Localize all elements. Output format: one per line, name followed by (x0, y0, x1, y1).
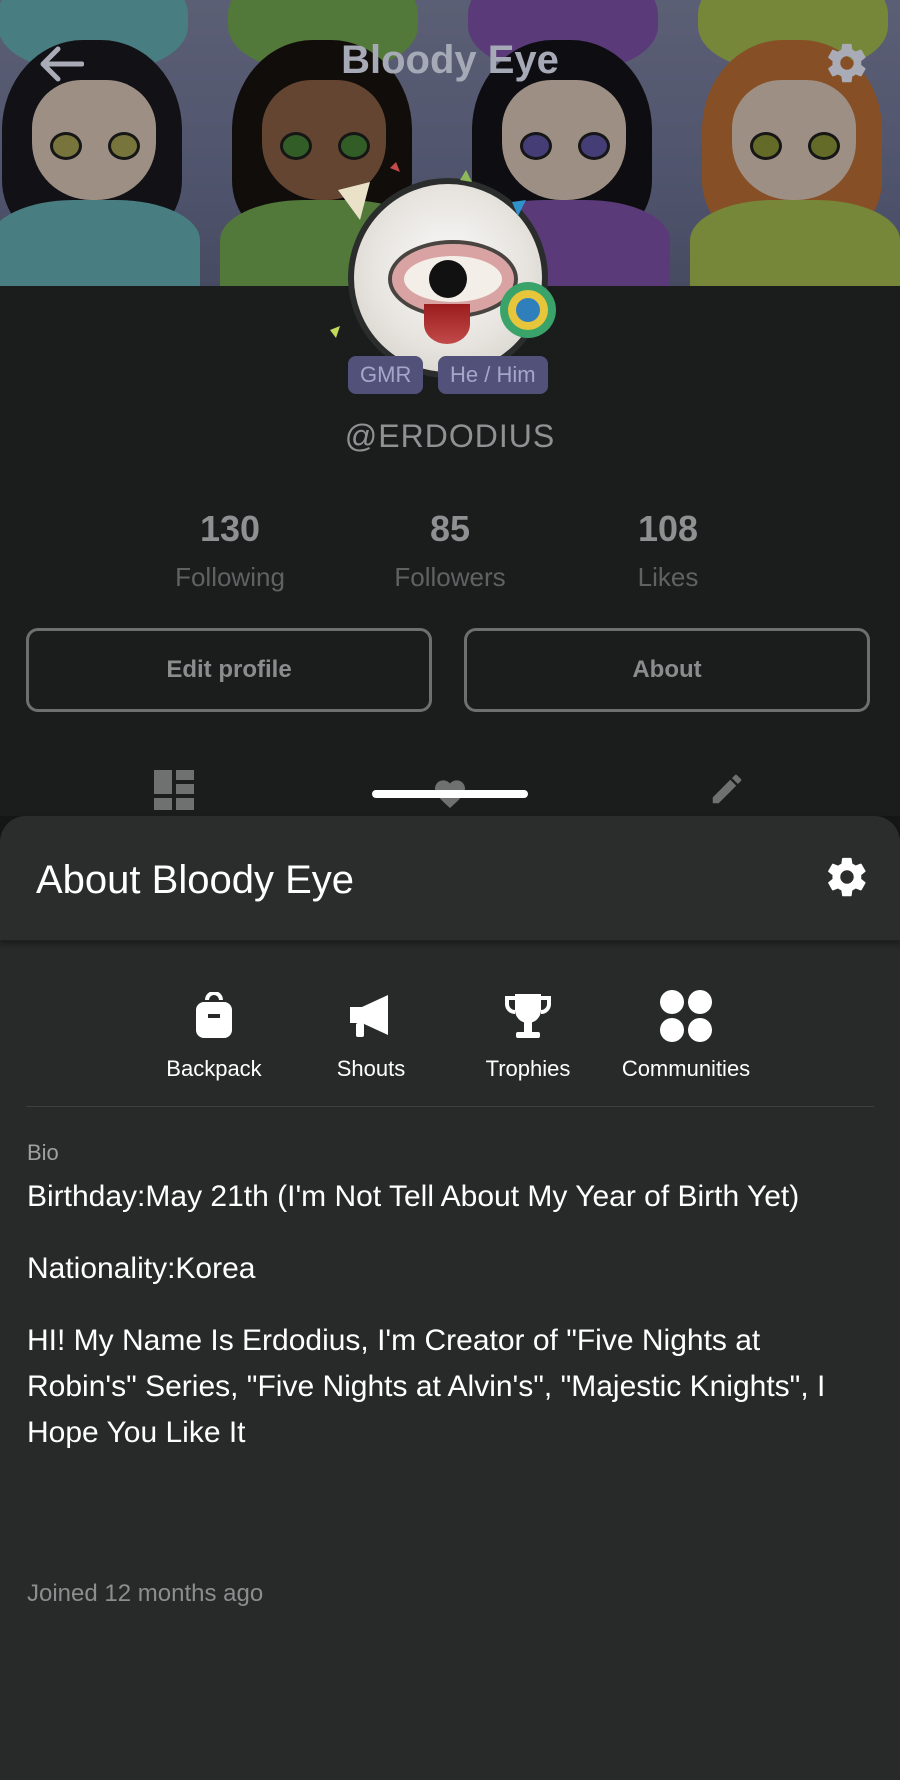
backpack-shortcut[interactable]: Backpack (139, 988, 289, 1082)
grid-icon[interactable] (154, 770, 194, 810)
sheet-header: About Bloody Eye (0, 816, 900, 941)
stat-value: 130 (199, 508, 261, 549)
stat-value: 108 (637, 508, 699, 549)
gear-icon (828, 43, 866, 83)
stat-label: Followers (394, 562, 506, 592)
pronoun-chip: He / Him (438, 356, 548, 394)
shortcut-label: Trophies (485, 1056, 571, 1081)
about-sheet: About Bloody Eye Backpack Shouts Trophie… (0, 816, 900, 1780)
stat-likes[interactable]: 108 Likes (568, 508, 768, 593)
edit-profile-button[interactable]: Edit profile (26, 628, 432, 712)
bio-paragraph: HI! My Name Is Erdodius, I'm Creator of … (27, 1324, 826, 1449)
stat-followers[interactable]: 85 Followers (350, 508, 550, 593)
divider (26, 1106, 874, 1107)
shortcut-label: Communities (621, 1056, 751, 1081)
trophies-shortcut[interactable]: Trophies (453, 988, 603, 1082)
sheet-title: About Bloody Eye (36, 858, 354, 902)
shortcut-label: Backpack (166, 1056, 262, 1081)
backpack-icon (196, 992, 232, 1038)
megaphone-icon (350, 995, 388, 1037)
confetti-decoration (330, 162, 556, 338)
sheet-drag-handle[interactable] (372, 790, 528, 798)
stat-label: Likes (637, 562, 699, 592)
bio-text: Birthday:May 21th (I'm Not Tell About My… (27, 1174, 877, 1482)
bio-paragraph: Birthday:May 21th (I'm Not Tell About My… (27, 1180, 800, 1213)
tag-chip: GMR (348, 356, 424, 394)
settings-button[interactable] (824, 40, 870, 86)
shouts-shortcut[interactable]: Shouts (296, 988, 446, 1082)
communities-icon (660, 990, 712, 1042)
bio-label: Bio (27, 1140, 59, 1165)
pencil-icon[interactable] (708, 770, 746, 808)
stat-label: Following (175, 562, 285, 592)
stat-following[interactable]: 130 Following (130, 508, 330, 593)
communities-shortcut[interactable]: Communities (611, 988, 761, 1082)
about-button[interactable]: About (464, 628, 870, 712)
stat-value: 85 (429, 508, 471, 549)
bio-paragraph: Nationality:Korea (27, 1252, 256, 1285)
sheet-settings-button[interactable] (824, 854, 870, 900)
user-handle: @ERDODIUS (344, 418, 556, 454)
profile-tags: GMR He / Him (0, 356, 900, 396)
shortcut-label: Shouts (336, 1056, 406, 1081)
page-title: Bloody Eye (341, 38, 559, 82)
joined-date: Joined 12 months ago (27, 1580, 264, 1607)
trophy-icon (505, 994, 551, 1038)
gear-icon (828, 857, 866, 897)
